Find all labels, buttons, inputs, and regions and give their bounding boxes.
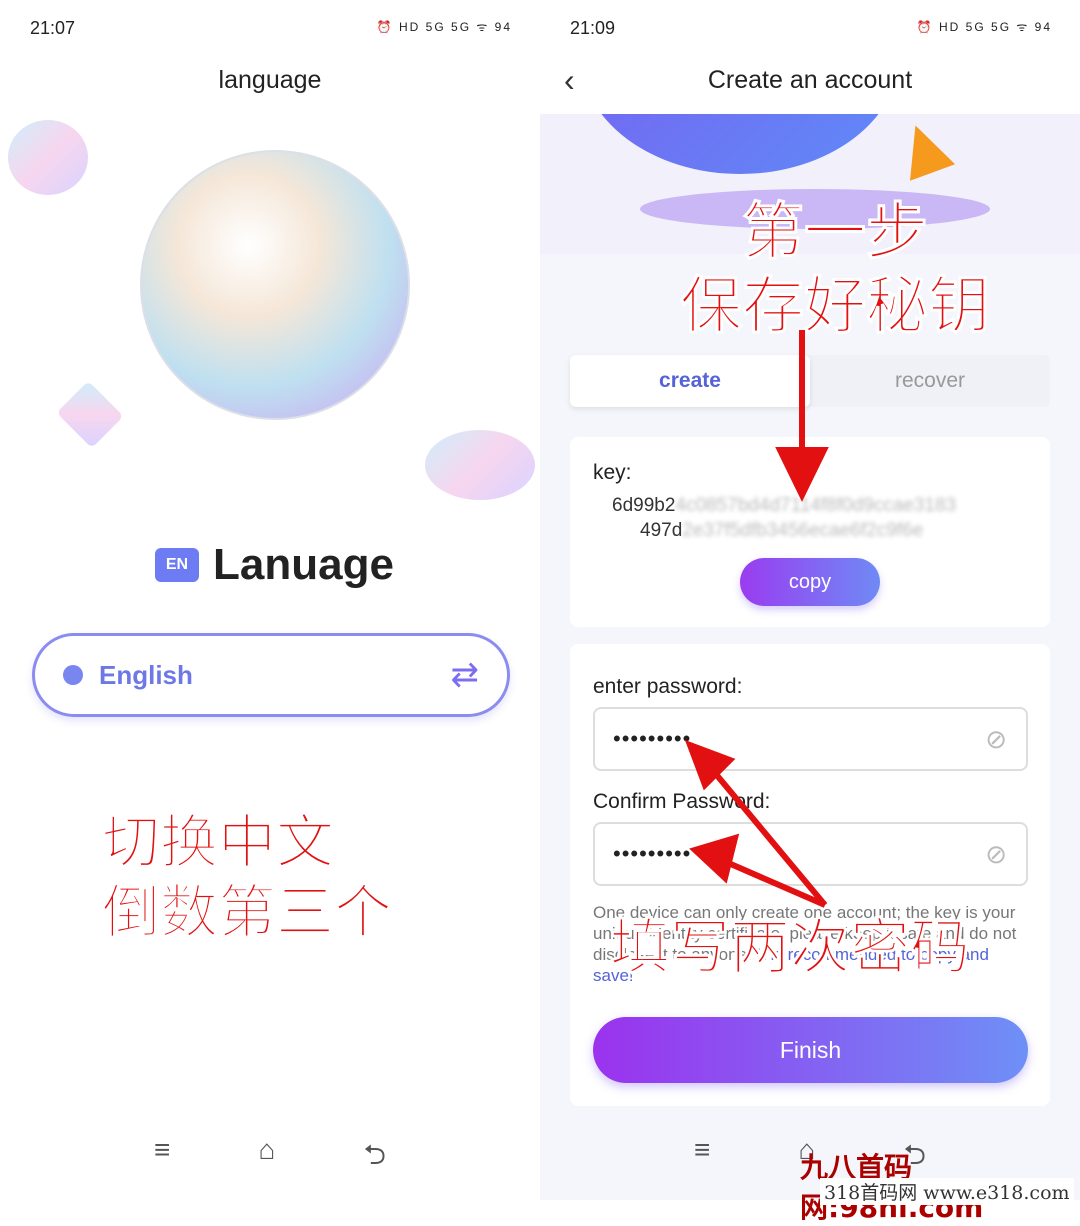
heading-text: Lanuage — [213, 540, 394, 589]
finish-button[interactable]: Finish — [593, 1017, 1028, 1083]
swap-icon[interactable]: ⇄ — [451, 655, 480, 695]
menu-icon[interactable]: ≡ — [154, 1134, 170, 1182]
annotation-text: 切换中文 倒数第三个 — [101, 808, 393, 947]
back-icon[interactable]: ⮌ — [364, 1134, 386, 1182]
planet-image — [425, 430, 535, 500]
status-bar: 21:07 ⏰ HD 5G 5G ᯤ 94 — [30, 18, 512, 42]
language-value: English — [99, 659, 193, 690]
page-title: language — [218, 66, 322, 94]
annotation-line: 切换中文 — [101, 808, 335, 877]
star-icon — [56, 380, 124, 449]
decor-ring-image — [8, 120, 88, 195]
annotation-arrows — [684, 330, 829, 908]
status-time: 21:07 — [30, 18, 76, 38]
watermark-text: 318首码网 www.e318.com — [820, 1178, 1074, 1205]
home-icon[interactable]: ⌂ — [258, 1134, 275, 1182]
create-account-screen: 21:09 ⏰ HD 5G 5G ᯤ 94 ‹ Create an accoun… — [540, 0, 1080, 1200]
system-navbar: ≡ ⌂ ⮌ — [0, 1134, 540, 1182]
en-icon: EN — [155, 548, 199, 582]
language-select[interactable]: English ⇄ — [32, 633, 510, 717]
status-icons: ⏰ HD 5G 5G ᯤ 94 — [376, 20, 512, 34]
language-heading: EN Lanuage — [155, 540, 394, 590]
menu-icon[interactable]: ≡ — [694, 1134, 710, 1182]
language-screen: 21:07 ⏰ HD 5G 5G ᯤ 94 language EN Lanuag… — [0, 0, 540, 1200]
arrow-head — [689, 833, 740, 884]
arrow-head — [775, 447, 829, 502]
arrow-line — [697, 753, 828, 907]
globe-illustration — [140, 150, 410, 420]
annotation-line: 倒数第三个 — [101, 877, 393, 946]
arrow-head — [684, 739, 736, 791]
dot-icon — [63, 665, 83, 685]
